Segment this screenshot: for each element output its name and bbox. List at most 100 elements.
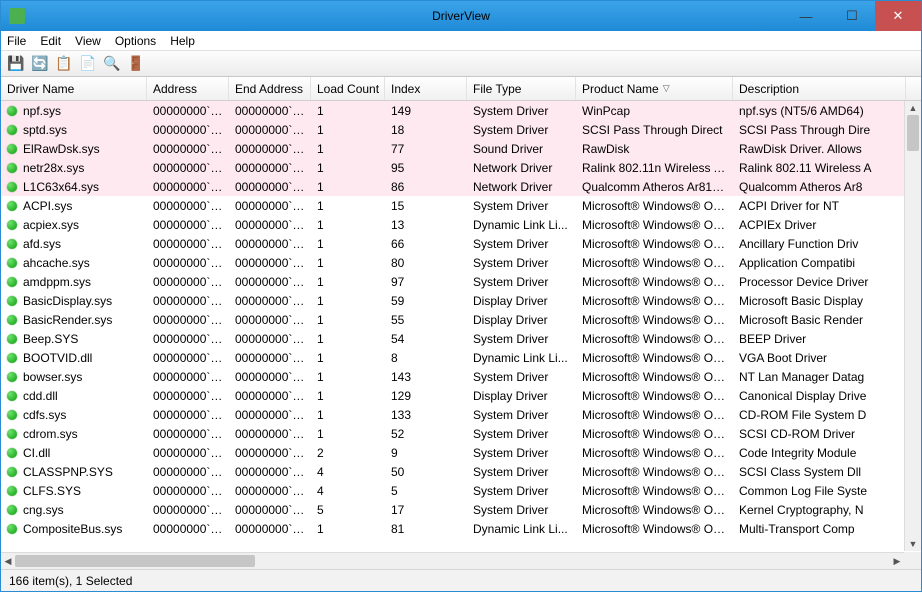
cell-ftype: System Driver bbox=[467, 237, 576, 251]
cell-idx: 129 bbox=[385, 389, 467, 403]
cell-name: cng.sys bbox=[1, 503, 147, 517]
cell-idx: 55 bbox=[385, 313, 467, 327]
driver-status-icon bbox=[7, 391, 17, 401]
table-row[interactable]: netr28x.sys00000000`0...00000000`0...195… bbox=[1, 158, 921, 177]
table-rows: npf.sys00000000`0...00000000`0...1149Sys… bbox=[1, 101, 921, 538]
cell-load: 1 bbox=[311, 161, 385, 175]
column-header-description[interactable]: Description bbox=[733, 77, 906, 100]
scroll-down-icon[interactable]: ▼ bbox=[905, 537, 921, 551]
table-row[interactable]: BasicDisplay.sys00000000`0...00000000`0.… bbox=[1, 291, 921, 310]
cell-idx: 9 bbox=[385, 446, 467, 460]
find-icon[interactable]: 🔍 bbox=[103, 55, 121, 73]
cell-addr: 00000000`0... bbox=[147, 142, 229, 156]
column-header-address[interactable]: Address bbox=[147, 77, 229, 100]
column-header-product-name[interactable]: Product Name▽ bbox=[576, 77, 733, 100]
table-row[interactable]: BOOTVID.dll00000000`0...00000000`0...18D… bbox=[1, 348, 921, 367]
column-header-end-address[interactable]: End Address bbox=[229, 77, 311, 100]
cell-name: ahcache.sys bbox=[1, 256, 147, 270]
column-header-load-count[interactable]: Load Count bbox=[311, 77, 385, 100]
refresh-icon[interactable]: 🔄 bbox=[31, 55, 49, 73]
cell-addr: 00000000`0... bbox=[147, 389, 229, 403]
menu-options[interactable]: Options bbox=[115, 34, 156, 48]
driver-table: Driver NameAddressEnd AddressLoad CountI… bbox=[1, 77, 921, 569]
cell-eaddr: 00000000`0... bbox=[229, 218, 311, 232]
cell-desc: VGA Boot Driver bbox=[733, 351, 906, 365]
cell-desc: Application Compatibi bbox=[733, 256, 906, 270]
table-row[interactable]: CI.dll00000000`0...00000000`0...29System… bbox=[1, 443, 921, 462]
table-row[interactable]: ACPI.sys00000000`0...00000000`0...115Sys… bbox=[1, 196, 921, 215]
cell-load: 1 bbox=[311, 123, 385, 137]
horizontal-scrollbar[interactable]: ◀ ▶ bbox=[1, 552, 904, 569]
table-row[interactable]: CompositeBus.sys00000000`0...00000000`0.… bbox=[1, 519, 921, 538]
cell-desc: NT Lan Manager Datag bbox=[733, 370, 906, 384]
exit-icon[interactable]: 🚪 bbox=[127, 55, 145, 73]
cell-prod: Microsoft® Windows® Oper... bbox=[576, 351, 733, 365]
menu-edit[interactable]: Edit bbox=[40, 34, 61, 48]
table-row[interactable]: npf.sys00000000`0...00000000`0...1149Sys… bbox=[1, 101, 921, 120]
cell-idx: 97 bbox=[385, 275, 467, 289]
sort-indicator-icon: ▽ bbox=[663, 83, 670, 94]
copy-icon[interactable]: 📋 bbox=[55, 55, 73, 73]
cell-addr: 00000000`0... bbox=[147, 275, 229, 289]
cell-ftype: System Driver bbox=[467, 503, 576, 517]
driver-status-icon bbox=[7, 448, 17, 458]
titlebar[interactable]: DriverView — ☐ ✕ bbox=[1, 1, 921, 31]
cell-eaddr: 00000000`0... bbox=[229, 180, 311, 194]
table-row[interactable]: L1C63x64.sys00000000`0...00000000`0...18… bbox=[1, 177, 921, 196]
scroll-up-icon[interactable]: ▲ bbox=[905, 101, 921, 115]
menu-view[interactable]: View bbox=[75, 34, 101, 48]
cell-name: amdppm.sys bbox=[1, 275, 147, 289]
save-icon[interactable]: 💾 bbox=[7, 55, 25, 73]
table-row[interactable]: ElRawDsk.sys00000000`0...00000000`0...17… bbox=[1, 139, 921, 158]
menu-file[interactable]: File bbox=[7, 34, 26, 48]
cell-ftype: Dynamic Link Li... bbox=[467, 218, 576, 232]
close-button[interactable]: ✕ bbox=[875, 1, 921, 31]
cell-prod: Microsoft® Windows® Oper... bbox=[576, 256, 733, 270]
menu-help[interactable]: Help bbox=[170, 34, 195, 48]
driver-status-icon bbox=[7, 125, 17, 135]
scrollbar-thumb-v[interactable] bbox=[907, 115, 919, 151]
cell-name: afd.sys bbox=[1, 237, 147, 251]
table-row[interactable]: cdfs.sys00000000`0...00000000`0...1133Sy… bbox=[1, 405, 921, 424]
cell-load: 1 bbox=[311, 199, 385, 213]
maximize-button[interactable]: ☐ bbox=[829, 1, 875, 31]
scroll-left-icon[interactable]: ◀ bbox=[1, 553, 15, 569]
cell-ftype: Sound Driver bbox=[467, 142, 576, 156]
table-row[interactable]: Beep.SYS00000000`0...00000000`0...154Sys… bbox=[1, 329, 921, 348]
cell-prod: Microsoft® Windows® Oper... bbox=[576, 522, 733, 536]
column-header-file-type[interactable]: File Type bbox=[467, 77, 576, 100]
table-row[interactable]: CLFS.SYS00000000`0...00000000`0...45Syst… bbox=[1, 481, 921, 500]
table-row[interactable]: sptd.sys00000000`0...00000000`0...118Sys… bbox=[1, 120, 921, 139]
minimize-button[interactable]: — bbox=[783, 1, 829, 31]
cell-desc: CD-ROM File System D bbox=[733, 408, 906, 422]
table-row[interactable]: BasicRender.sys00000000`0...00000000`0..… bbox=[1, 310, 921, 329]
table-row[interactable]: ahcache.sys00000000`0...00000000`0...180… bbox=[1, 253, 921, 272]
table-row[interactable]: cng.sys00000000`0...00000000`0...517Syst… bbox=[1, 500, 921, 519]
table-row[interactable]: cdrom.sys00000000`0...00000000`0...152Sy… bbox=[1, 424, 921, 443]
table-row[interactable]: afd.sys00000000`0...00000000`0...166Syst… bbox=[1, 234, 921, 253]
cell-load: 1 bbox=[311, 104, 385, 118]
cell-addr: 00000000`0... bbox=[147, 294, 229, 308]
statusbar: 166 item(s), 1 Selected bbox=[1, 569, 921, 591]
column-headers: Driver NameAddressEnd AddressLoad CountI… bbox=[1, 77, 921, 101]
scroll-right-icon[interactable]: ▶ bbox=[890, 553, 904, 569]
cell-ftype: Display Driver bbox=[467, 313, 576, 327]
column-header-driver-name[interactable]: Driver Name bbox=[1, 77, 147, 100]
cell-prod: Microsoft® Windows® Oper... bbox=[576, 218, 733, 232]
cell-idx: 133 bbox=[385, 408, 467, 422]
cell-name: bowser.sys bbox=[1, 370, 147, 384]
table-row[interactable]: amdppm.sys00000000`0...00000000`0...197S… bbox=[1, 272, 921, 291]
table-row[interactable]: acpiex.sys00000000`0...00000000`0...113D… bbox=[1, 215, 921, 234]
cell-ftype: System Driver bbox=[467, 123, 576, 137]
properties-icon[interactable]: 📄 bbox=[79, 55, 97, 73]
vertical-scrollbar[interactable]: ▲ ▼ bbox=[904, 101, 921, 551]
cell-eaddr: 00000000`0... bbox=[229, 237, 311, 251]
cell-addr: 00000000`0... bbox=[147, 123, 229, 137]
cell-prod: Microsoft® Windows® Oper... bbox=[576, 503, 733, 517]
table-row[interactable]: cdd.dll00000000`0...00000000`0...1129Dis… bbox=[1, 386, 921, 405]
column-header-index[interactable]: Index bbox=[385, 77, 467, 100]
table-row[interactable]: bowser.sys00000000`0...00000000`0...1143… bbox=[1, 367, 921, 386]
table-row[interactable]: CLASSPNP.SYS00000000`0...00000000`0...45… bbox=[1, 462, 921, 481]
cell-eaddr: 00000000`0... bbox=[229, 389, 311, 403]
scrollbar-thumb-h[interactable] bbox=[15, 555, 255, 567]
